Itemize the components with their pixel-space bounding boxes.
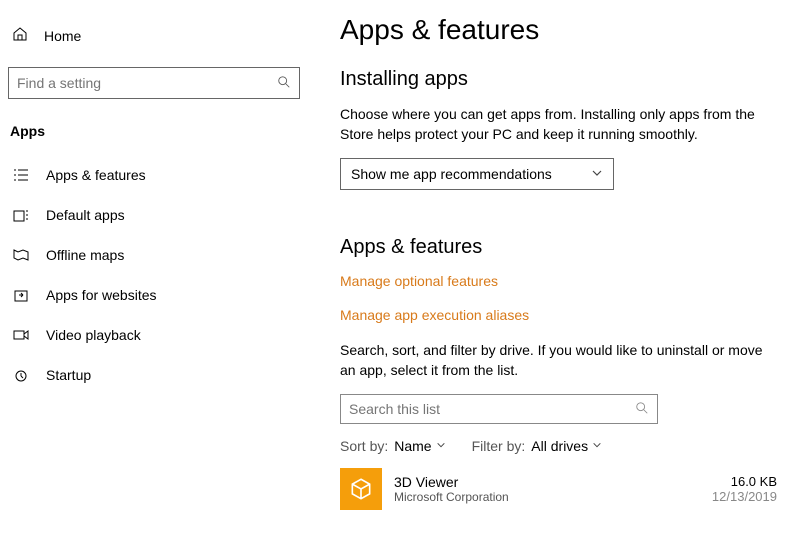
app-details-right: 16.0 KB 12/13/2019 [712, 474, 777, 504]
sort-filter-row: Sort by: Name Filter by: All drives [340, 438, 777, 454]
app-publisher: Microsoft Corporation [394, 490, 700, 504]
filter-label: Filter by: [472, 438, 526, 454]
app-icon [340, 468, 382, 510]
apps-features-header: Apps & features [340, 236, 777, 259]
open-icon [12, 287, 30, 303]
app-source-dropdown[interactable]: Show me app recommendations [340, 158, 614, 190]
chevron-down-icon [591, 167, 603, 182]
search-icon [635, 401, 649, 418]
app-meta: 3D Viewer Microsoft Corporation [394, 474, 700, 504]
sidebar-item-apps-features[interactable]: Apps & features [0, 155, 310, 195]
search-list-input[interactable] [349, 401, 635, 417]
app-list-item[interactable]: 3D Viewer Microsoft Corporation 16.0 KB … [340, 468, 777, 510]
app-date: 12/13/2019 [712, 489, 777, 504]
filter-value: All drives [531, 438, 588, 454]
map-icon [12, 247, 30, 263]
sidebar-item-startup[interactable]: Startup [0, 355, 310, 395]
find-setting-input[interactable] [17, 75, 277, 91]
main-panel: Apps & features Installing apps Choose w… [310, 0, 795, 554]
sidebar-item-default-apps[interactable]: Default apps [0, 195, 310, 235]
home-icon [12, 26, 28, 45]
sidebar-item-video-playback[interactable]: Video playback [0, 315, 310, 355]
manage-optional-features-link[interactable]: Manage optional features [340, 273, 777, 289]
app-size: 16.0 KB [712, 474, 777, 489]
sidebar-item-apps-websites[interactable]: Apps for websites [0, 275, 310, 315]
sidebar-item-label: Startup [46, 367, 91, 383]
installing-apps-header: Installing apps [340, 68, 777, 91]
chevron-down-icon [592, 440, 602, 453]
manage-execution-aliases-link[interactable]: Manage app execution aliases [340, 307, 777, 323]
home-label: Home [44, 28, 81, 44]
section-title: Apps [0, 117, 310, 155]
sidebar-item-label: Default apps [46, 207, 125, 223]
page-title: Apps & features [340, 14, 777, 46]
list-icon [12, 167, 30, 183]
defaults-icon [12, 207, 30, 223]
sidebar-item-label: Apps for websites [46, 287, 157, 303]
filter-by-control[interactable]: Filter by: All drives [472, 438, 602, 454]
instructions-text: Search, sort, and filter by drive. If yo… [340, 341, 770, 380]
sort-label: Sort by: [340, 438, 388, 454]
sort-value: Name [394, 438, 431, 454]
find-setting-search[interactable] [8, 67, 300, 99]
installing-apps-desc: Choose where you can get apps from. Inst… [340, 105, 777, 144]
chevron-down-icon [436, 440, 446, 453]
startup-icon [12, 367, 30, 383]
sort-by-control[interactable]: Sort by: Name [340, 438, 446, 454]
app-name: 3D Viewer [394, 474, 700, 490]
video-icon [12, 327, 30, 343]
search-list-box[interactable] [340, 394, 658, 424]
sidebar-item-label: Offline maps [46, 247, 124, 263]
search-icon [277, 75, 291, 92]
sidebar-item-label: Video playback [46, 327, 141, 343]
home-button[interactable]: Home [0, 18, 310, 59]
sidebar: Home Apps Apps & features Default apps O… [0, 0, 310, 554]
dropdown-value: Show me app recommendations [351, 166, 552, 182]
sidebar-item-label: Apps & features [46, 167, 146, 183]
sidebar-item-offline-maps[interactable]: Offline maps [0, 235, 310, 275]
